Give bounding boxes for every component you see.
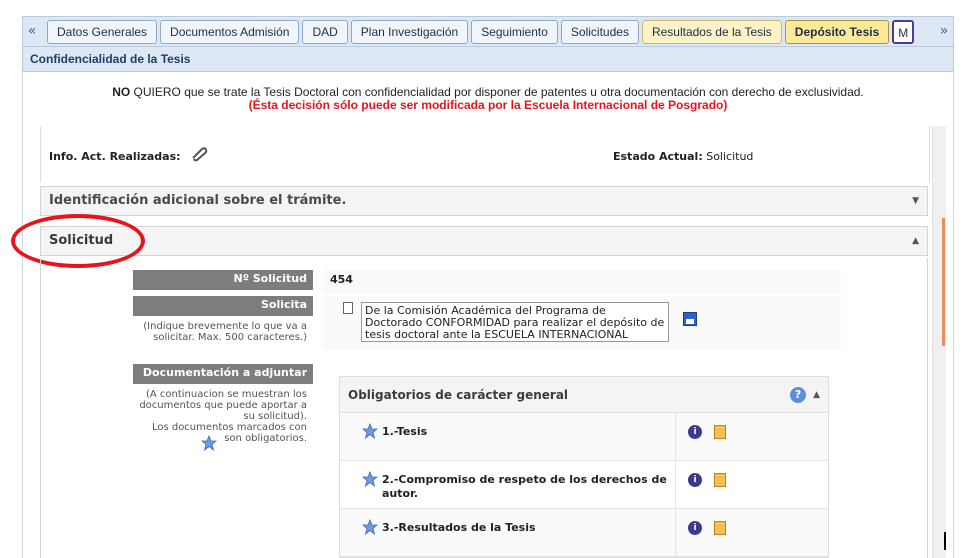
document-icon [343,302,353,314]
solicita-field: De la Comisión Académica del Programa de… [323,296,841,350]
nro-solicitud-label: Nº Solicitud [133,270,313,290]
confidencialidad-header: Confidencialidad de la Tesis [22,46,954,72]
tab-bar: « Datos Generales Documentos Admisión DAD P… [22,16,954,46]
no-label: NO [112,85,131,99]
documentacion-label: Documentación a adjuntar [133,364,313,384]
solicita-label-col: Solicita (Indique brevemente lo que va a… [133,296,313,343]
tab-documentos-admision[interactable]: Documentos Admisión [160,20,300,44]
info-icon[interactable]: i [688,521,702,535]
document-label: 2.-Compromiso de respeto de los derechos… [382,473,667,500]
save-icon[interactable] [683,312,697,326]
tab-seguimiento[interactable]: Seguimiento [471,20,558,44]
document-label: 3.-Resultados de la Tesis [382,521,536,534]
star-icon [362,423,378,439]
obligatorios-title: Obligatorios de carácter general [348,388,569,402]
estado-label: Estado Actual: [613,150,703,163]
tab-deposito-tesis[interactable]: Depósito Tesis [784,20,890,44]
tab-partial[interactable]: M [892,20,915,44]
info-row: Info. Act. Realizadas: Estado Actual: So… [40,126,930,182]
estado-actual: Estado Actual: Solicitud [613,150,753,163]
chevron-down-icon[interactable]: ▼ [912,187,919,215]
tab-dad[interactable]: DAD [302,20,348,44]
solicita-label: Solicita [133,296,313,316]
scrollbar-thumb[interactable] [942,218,945,346]
solicita-textarea[interactable]: De la Comisión Académica del Programa de… [361,302,669,342]
confidencialidad-text: NO QUIERO que se trate la Tesis Doctoral… [22,86,954,112]
document-row: 2.-Compromiso de respeto de los derechos… [340,461,828,509]
nro-solicitud-label-col: Nº Solicitud [133,270,313,290]
solicitud-form: Nº Solicitud 454 Solicita (Indique breve… [40,258,928,558]
file-icon[interactable] [714,425,726,439]
estado-value: Solicitud [706,150,754,163]
frame-left [22,72,23,558]
prev-arrow-icon[interactable]: « [23,17,41,46]
info-act-label: Info. Act. Realizadas: [49,150,181,163]
frame-right [953,72,954,558]
help-icon[interactable]: ? [790,387,806,403]
solicita-hint: (Indique brevemente lo que va a solicita… [143,321,307,343]
star-icon [362,471,378,487]
documentacion-hint: (A continuacion se muestran los document… [133,389,313,444]
text-cursor [944,532,946,550]
confidencialidad-line1-rest: QUIERO que se trate la Tesis Doctoral co… [130,85,864,99]
accordion-solicitud[interactable]: Solicitud ▲ [40,226,928,256]
accordion-identificacion[interactable]: Identificación adicional sobre el trámit… [40,186,928,216]
file-icon[interactable] [714,473,726,487]
confidencialidad-warning: (Ésta decisión sólo puede ser modificada… [248,98,728,112]
document-row: 3.-Resultados de la Tesis i [340,509,828,557]
info-icon[interactable]: i [688,425,702,439]
star-icon [201,435,217,451]
star-icon [362,519,378,535]
chevron-up-icon[interactable]: ▲ [912,227,919,255]
row-separator [675,461,676,508]
documentacion-hint-2: Los documentos marcados con [151,422,307,433]
accordion-solicitud-title: Solicitud [49,233,114,248]
row-separator [675,509,676,556]
paperclip-icon[interactable] [189,146,209,162]
accordion-identificacion-title: Identificación adicional sobre el trámit… [49,193,347,208]
file-icon[interactable] [714,521,726,535]
nro-solicitud-value: 454 [323,270,841,294]
document-label: 1.-Tesis [382,425,428,438]
next-arrow-icon[interactable]: » [935,17,953,46]
obligatorios-header[interactable]: Obligatorios de carácter general ? ▲ [340,377,828,413]
documentacion-label-col: Documentación a adjuntar (A continuacion… [133,364,313,444]
tab-resultados-tesis[interactable]: Resultados de la Tesis [641,20,782,44]
tab-plan-investigacion[interactable]: Plan Investigación [350,20,469,44]
documentacion-hint-1: (A continuacion se muestran los document… [139,389,307,422]
tab-datos-generales[interactable]: Datos Generales [47,20,158,44]
chevron-up-icon[interactable]: ▲ [813,377,820,413]
document-row: 1.-Tesis i [340,413,828,461]
obligatorios-panel: Obligatorios de carácter general ? ▲ 1.-… [339,376,829,558]
tab-solicitudes[interactable]: Solicitudes [560,20,639,44]
documentacion-hint-3: son obligatorios. [224,433,307,444]
info-icon[interactable]: i [688,473,702,487]
row-separator [675,413,676,460]
tabs-strip: Datos Generales Documentos Admisión DAD Pla… [47,20,937,44]
